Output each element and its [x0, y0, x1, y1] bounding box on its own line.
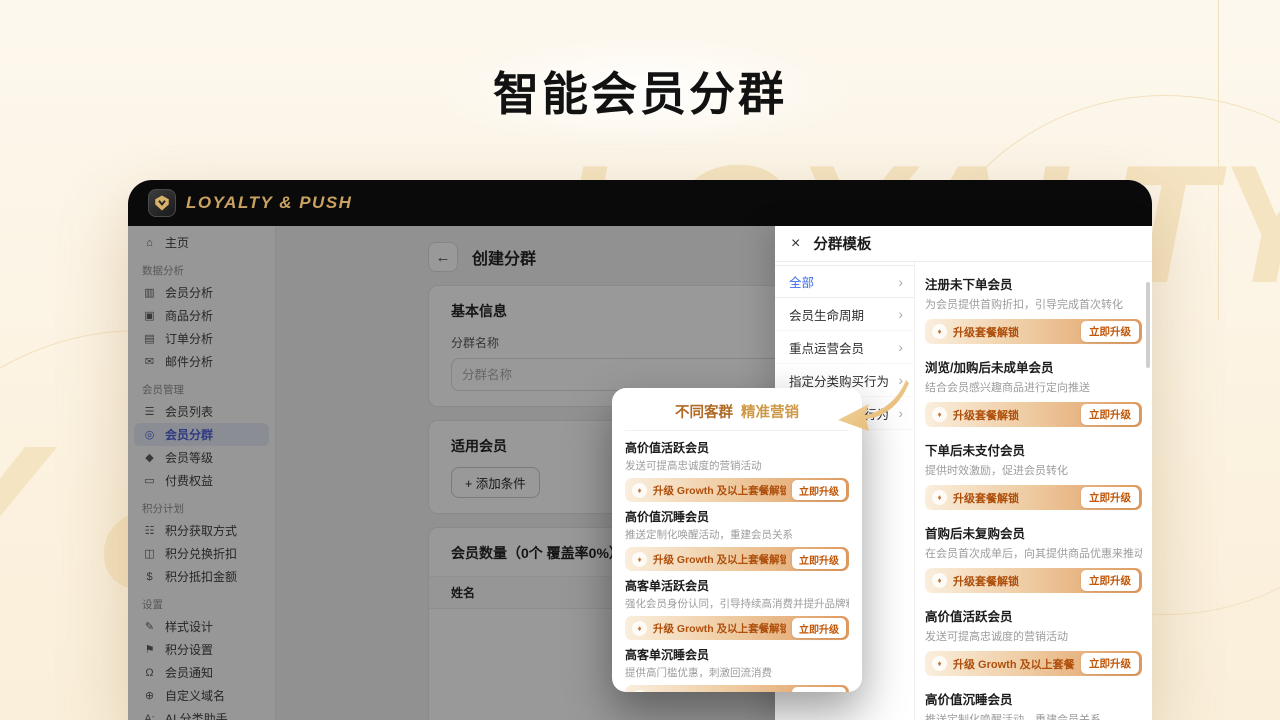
- upgrade-now-button[interactable]: 立即升级: [1081, 404, 1139, 425]
- gem-icon: ♦: [632, 483, 647, 498]
- close-icon[interactable]: ×: [791, 236, 800, 252]
- category-label: 全部: [789, 272, 814, 291]
- template-description: 提供时效激励，促进会员转化: [925, 462, 1142, 478]
- template-description: 推送定制化唤醒活动，重建会员关系: [925, 711, 1142, 720]
- gem-icon: ♦: [932, 407, 947, 422]
- upgrade-badge: ♦ 升级 Growth 及以上套餐解锁 立即升级: [625, 616, 849, 640]
- popup-item: 高价值活跃会员 发送可提高忠诚度的营销活动 ♦ 升级 Growth 及以上套餐解…: [625, 439, 849, 502]
- upgrade-badge-text: 升级套餐解锁: [953, 490, 1075, 506]
- marketing-popup: 不同客群 精准营销 高价值活跃会员 发送可提高忠诚度的营销活动 ♦ 升级 Gro…: [612, 388, 862, 692]
- upgrade-now-button[interactable]: 立即升级: [792, 549, 846, 569]
- template-item: 首购后未复购会员 在会员首次成单后，向其提供商品优惠来推动再次成单 ♦ 升级套餐…: [925, 523, 1142, 593]
- brand-name: LOYALTY & PUSH: [186, 193, 352, 213]
- upgrade-badge-text: 升级 Growth 及以上套餐解锁: [653, 552, 786, 567]
- upgrade-badge: ♦ 升级套餐解锁 立即升级: [925, 568, 1142, 593]
- category-label: 会员生命周期: [789, 305, 864, 324]
- category-label: 重点运营会员: [789, 338, 864, 357]
- template-item: 高价值沉睡会员 推送定制化唤醒活动，重建会员关系 ♦ 升级 Growth 及以上…: [925, 689, 1142, 720]
- template-category-item[interactable]: 重点运营会员 ›: [775, 331, 914, 364]
- chevron-right-icon: ›: [898, 339, 903, 355]
- upgrade-badge: ♦ 升级套餐解锁 立即升级: [925, 402, 1142, 427]
- panel-scrollbar[interactable]: [1146, 282, 1150, 368]
- template-title: 下单后未支付会员: [925, 440, 1142, 459]
- upgrade-now-button[interactable]: 立即升级: [1081, 487, 1139, 508]
- panel-header: × 分群模板: [775, 226, 1152, 262]
- gem-icon: ♦: [632, 552, 647, 567]
- gem-icon: ♦: [632, 621, 647, 636]
- template-title: 高价值活跃会员: [925, 606, 1142, 625]
- popup-item-description: 发送可提高忠诚度的营销活动: [625, 458, 849, 473]
- upgrade-now-button[interactable]: 立即升级: [1081, 570, 1139, 591]
- template-item: 注册未下单会员 为会员提供首购折扣，引导完成首次转化 ♦ 升级套餐解锁 立即升级: [925, 274, 1142, 344]
- upgrade-badge-text: 升级 Growth 及以上套餐解锁: [653, 690, 786, 693]
- popup-title: 不同客群 精准营销: [625, 398, 849, 431]
- shield-icon: [153, 194, 171, 212]
- upgrade-badge-text: 升级 Growth 及以上套餐解锁: [653, 483, 786, 498]
- gem-icon: ♦: [632, 690, 647, 693]
- upgrade-badge-text: 升级 Growth 及以上套餐解锁: [653, 621, 786, 636]
- popup-item-description: 提供高门槛优惠，刺激回流消费: [625, 665, 849, 680]
- template-title: 注册未下单会员: [925, 274, 1142, 293]
- template-title: 浏览/加购后未成单会员: [925, 357, 1142, 376]
- template-item: 下单后未支付会员 提供时效激励，促进会员转化 ♦ 升级套餐解锁 立即升级: [925, 440, 1142, 510]
- template-description: 结合会员感兴趣商品进行定向推送: [925, 379, 1142, 395]
- gem-icon: ♦: [932, 490, 947, 505]
- template-category-item[interactable]: 全部 ›: [775, 265, 914, 298]
- template-title: 首购后未复购会员: [925, 523, 1142, 542]
- gem-icon: ♦: [932, 656, 947, 671]
- upgrade-badge: ♦ 升级套餐解锁 立即升级: [925, 319, 1142, 344]
- upgrade-badge: ♦ 升级 Growth 及以上套餐解锁 立即升级: [625, 547, 849, 571]
- page-title: 智能会员分群: [0, 58, 1280, 124]
- gem-icon: ♦: [932, 573, 947, 588]
- panel-title: 分群模板: [813, 233, 871, 254]
- upgrade-now-button[interactable]: 立即升级: [792, 618, 846, 638]
- brand-logo: [148, 189, 176, 217]
- chevron-right-icon: ›: [898, 274, 903, 290]
- template-title: 高价值沉睡会员: [925, 689, 1142, 708]
- template-category-item[interactable]: 会员生命周期 ›: [775, 298, 914, 331]
- template-item: 高价值活跃会员 发送可提高忠诚度的营销活动 ♦ 升级 Growth 及以上套餐解…: [925, 606, 1142, 676]
- decor-line: [1218, 0, 1219, 320]
- upgrade-badge: ♦ 升级 Growth 及以上套餐解锁 立即升级: [625, 685, 849, 692]
- popup-item-description: 强化会员身份认同，引导持续高消费并提升品牌粘性: [625, 596, 849, 611]
- upgrade-now-button[interactable]: 立即升级: [792, 480, 846, 500]
- popup-item-list: 高价值活跃会员 发送可提高忠诚度的营销活动 ♦ 升级 Growth 及以上套餐解…: [625, 439, 849, 692]
- template-description: 在会员首次成单后，向其提供商品优惠来推动再次成单: [925, 545, 1142, 561]
- upgrade-badge: ♦ 升级套餐解锁 立即升级: [925, 485, 1142, 510]
- template-description: 为会员提供首购折扣，引导完成首次转化: [925, 296, 1142, 312]
- upgrade-now-button[interactable]: 立即升级: [792, 687, 846, 692]
- chevron-right-icon: ›: [898, 306, 903, 322]
- app-header-bar: LOYALTY & PUSH: [128, 180, 1152, 226]
- template-description: 发送可提高忠诚度的营销活动: [925, 628, 1142, 644]
- gold-arrow-icon: [834, 378, 910, 432]
- upgrade-now-button[interactable]: 立即升级: [1081, 653, 1139, 674]
- popup-item: 高价值沉睡会员 推送定制化唤醒活动，重建会员关系 ♦ 升级 Growth 及以上…: [625, 508, 849, 571]
- popup-title-secondary: 精准营销: [741, 405, 799, 421]
- popup-item-title: 高客单活跃会员: [625, 577, 849, 594]
- popup-item-title: 高客单沉睡会员: [625, 646, 849, 663]
- gem-icon: ♦: [932, 324, 947, 339]
- popup-item-title: 高价值活跃会员: [625, 439, 849, 456]
- upgrade-badge: ♦ 升级 Growth 及以上套餐解锁 立即升级: [625, 478, 849, 502]
- upgrade-now-button[interactable]: 立即升级: [1081, 321, 1139, 342]
- template-list: 注册未下单会员 为会员提供首购折扣，引导完成首次转化 ♦ 升级套餐解锁 立即升级…: [915, 262, 1152, 720]
- popup-item-title: 高价值沉睡会员: [625, 508, 849, 525]
- upgrade-badge-text: 升级套餐解锁: [953, 573, 1075, 589]
- template-item: 浏览/加购后未成单会员 结合会员感兴趣商品进行定向推送 ♦ 升级套餐解锁 立即升…: [925, 357, 1142, 427]
- popup-item: 高客单活跃会员 强化会员身份认同，引导持续高消费并提升品牌粘性 ♦ 升级 Gro…: [625, 577, 849, 640]
- popup-item-description: 推送定制化唤醒活动，重建会员关系: [625, 527, 849, 542]
- upgrade-badge-text: 升级套餐解锁: [953, 407, 1075, 423]
- upgrade-badge-text: 升级 Growth 及以上套餐解锁: [953, 656, 1075, 672]
- popup-item: 高客单沉睡会员 提供高门槛优惠，刺激回流消费 ♦ 升级 Growth 及以上套餐…: [625, 646, 849, 692]
- popup-title-primary: 不同客群: [675, 405, 733, 421]
- upgrade-badge-text: 升级套餐解锁: [953, 324, 1075, 340]
- upgrade-badge: ♦ 升级 Growth 及以上套餐解锁 立即升级: [925, 651, 1142, 676]
